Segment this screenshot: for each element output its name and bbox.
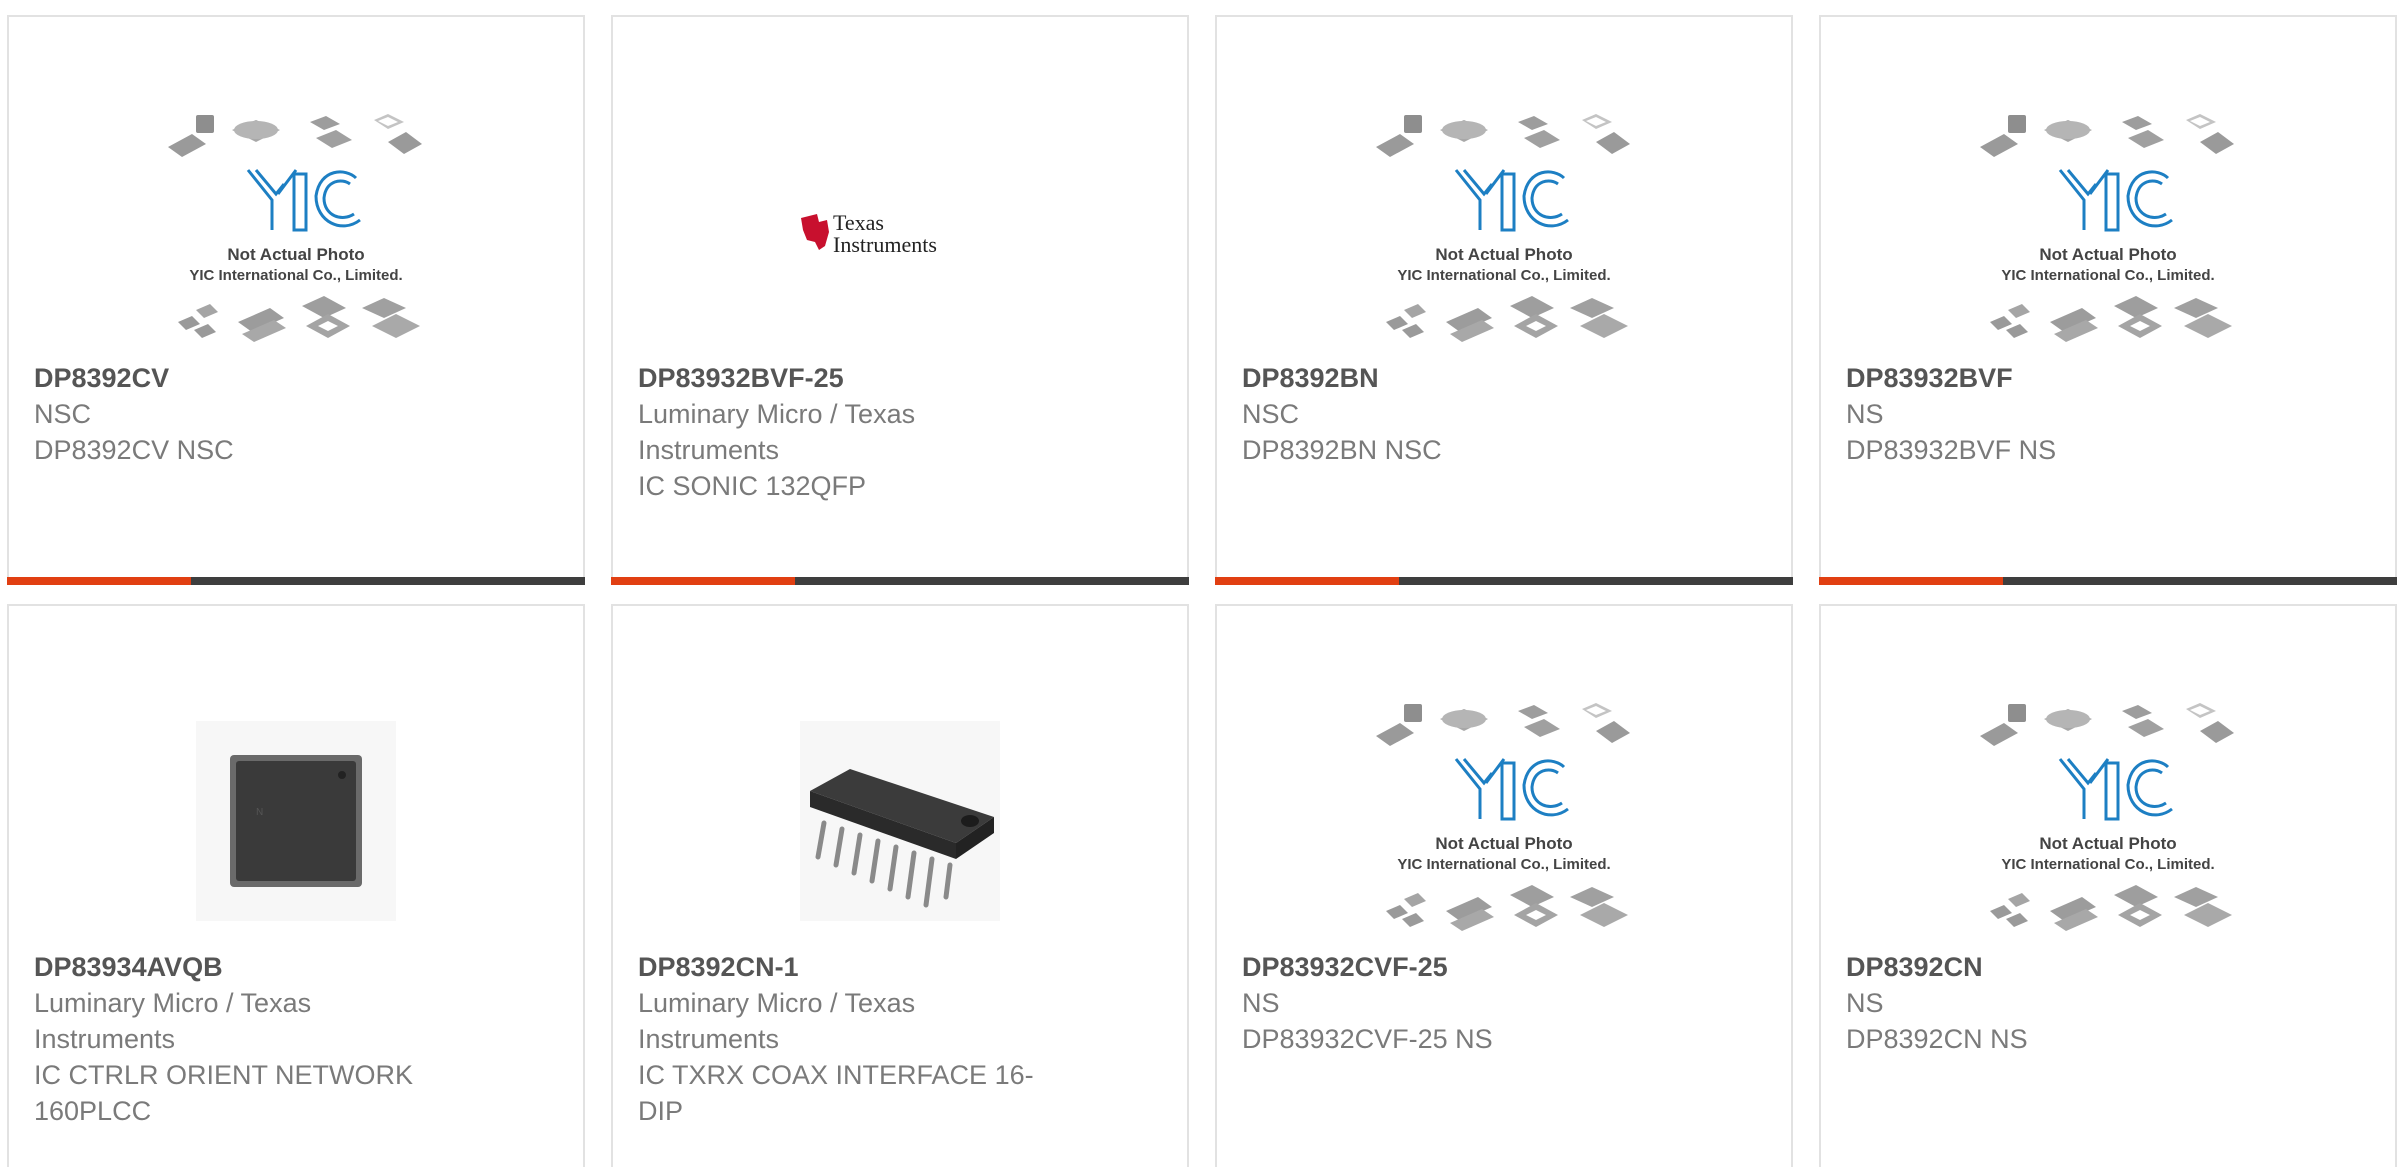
manufacturer-label: Luminary Micro / Texas Instruments [34,988,312,1054]
svg-text:Not Actual Photo: Not Actual Photo [2039,834,2176,853]
description-label: DP8392BN NSC [1242,435,1442,465]
manufacturer-label: NS [1846,988,1884,1018]
part-number-link[interactable]: DP83932BVF-25 [638,360,1068,396]
part-number-link[interactable]: DP8392CV [34,360,464,396]
part-number-link[interactable]: DP8392BN [1242,360,1672,396]
yic-placeholder-image: Not Actual Photo YIC International Co., … [1978,112,2236,344]
svg-text:YIC International Co., Limited: YIC International Co., Limited. [2001,267,2214,284]
manufacturer-label: NS [1846,399,1884,429]
texas-instruments-logo: Texas Instruments [801,210,937,257]
part-number-link[interactable]: DP83932CVF-25 [1242,949,1672,985]
description-label: DP83932BVF NS [1846,435,2057,465]
manufacturer-label: Luminary Micro / Texas Instruments [638,399,916,465]
product-card[interactable]: N DP83934AVQB Luminary Micro / Texas Ins… [7,604,585,1167]
part-number-link[interactable]: DP83934AVQB [34,949,464,985]
svg-text:YIC International Co., Limited: YIC International Co., Limited. [1397,856,1610,873]
product-card[interactable]: Not Actual Photo YIC International Co., … [1819,604,2397,1167]
svg-text:N: N [256,807,263,818]
description-label: DP8392CV NSC [34,435,234,465]
svg-text:YIC International Co., Limited: YIC International Co., Limited. [189,267,402,284]
product-card[interactable]: Not Actual Photo YIC International Co., … [1215,15,1793,585]
product-image[interactable]: Not Actual Photo YIC International Co., … [1821,97,2395,367]
card-footer-bar [7,577,585,585]
part-number-link[interactable]: DP8392CN-1 [638,949,1068,985]
product-image[interactable]: Not Actual Photo YIC International Co., … [1217,97,1791,367]
product-card[interactable]: Not Actual Photo YIC International Co., … [7,15,585,585]
product-image[interactable]: Not Actual Photo YIC International Co., … [9,97,583,367]
yic-placeholder-image: Not Actual Photo YIC International Co., … [166,112,424,344]
dip-chip-photo [800,721,1000,921]
product-info: DP83932CVF-25 NS DP83932CVF-25 NS [1242,949,1672,1057]
svg-text:Not Actual Photo: Not Actual Photo [1435,245,1572,264]
card-accent-bar [611,577,795,585]
card-footer-bar [611,577,1189,585]
manufacturer-label: Luminary Micro / Texas Instruments [638,988,916,1054]
product-image[interactable]: Not Actual Photo YIC International Co., … [1821,686,2395,956]
description-label: IC TXRX COAX INTERFACE 16-DIP [638,1060,1034,1126]
manufacturer-label: NSC [34,399,92,429]
product-image[interactable]: Not Actual Photo YIC International Co., … [1217,686,1791,956]
description-label: IC SONIC 132QFP [638,471,867,501]
card-footer-bar [1215,577,1793,585]
svg-text:Not Actual Photo: Not Actual Photo [227,245,364,264]
manufacturer-label: NSC [1242,399,1300,429]
product-info: DP8392CN NS DP8392CN NS [1846,949,2276,1057]
product-info: DP83932BVF-25 Luminary Micro / Texas Ins… [638,360,1068,504]
product-card[interactable]: Not Actual Photo YIC International Co., … [1215,604,1793,1167]
svg-text:Not Actual Photo: Not Actual Photo [2039,245,2176,264]
product-info: DP8392BN NSC DP8392BN NSC [1242,360,1672,468]
card-accent-bar [1819,577,2003,585]
card-accent-bar [7,577,191,585]
description-label: DP8392CN NS [1846,1024,2028,1054]
product-card[interactable]: DP8392CN-1 Luminary Micro / Texas Instru… [611,604,1189,1167]
product-image[interactable]: N [9,686,583,956]
product-card[interactable]: Texas Instruments DP83932BVF-25 Luminary… [611,15,1189,585]
description-label: IC CTRLR ORIENT NETWORK 160PLCC [34,1060,414,1126]
svg-text:Not Actual Photo: Not Actual Photo [1435,834,1572,853]
card-accent-bar [1215,577,1399,585]
product-info: DP8392CN-1 Luminary Micro / Texas Instru… [638,949,1068,1129]
product-image[interactable]: Texas Instruments [613,97,1187,367]
yic-placeholder-image: Not Actual Photo YIC International Co., … [1978,701,2236,933]
manufacturer-label: NS [1242,988,1280,1018]
plcc-chip-photo: N [196,721,396,921]
svg-text:Instruments: Instruments [833,232,937,257]
part-number-link[interactable]: DP83932BVF [1846,360,2276,396]
part-number-link[interactable]: DP8392CN [1846,949,2276,985]
product-info: DP8392CV NSC DP8392CV NSC [34,360,464,468]
yic-placeholder-image: Not Actual Photo YIC International Co., … [1374,701,1632,933]
product-info: DP83932BVF NS DP83932BVF NS [1846,360,2276,468]
product-grid: Not Actual Photo YIC International Co., … [0,0,2400,1167]
card-footer-bar [1819,577,2397,585]
product-image[interactable] [613,686,1187,956]
yic-placeholder-image: Not Actual Photo YIC International Co., … [1374,112,1632,344]
svg-text:YIC International Co., Limited: YIC International Co., Limited. [1397,267,1610,284]
product-info: DP83934AVQB Luminary Micro / Texas Instr… [34,949,464,1129]
svg-text:YIC International Co., Limited: YIC International Co., Limited. [2001,856,2214,873]
description-label: DP83932CVF-25 NS [1242,1024,1493,1054]
product-card[interactable]: Not Actual Photo YIC International Co., … [1819,15,2397,585]
